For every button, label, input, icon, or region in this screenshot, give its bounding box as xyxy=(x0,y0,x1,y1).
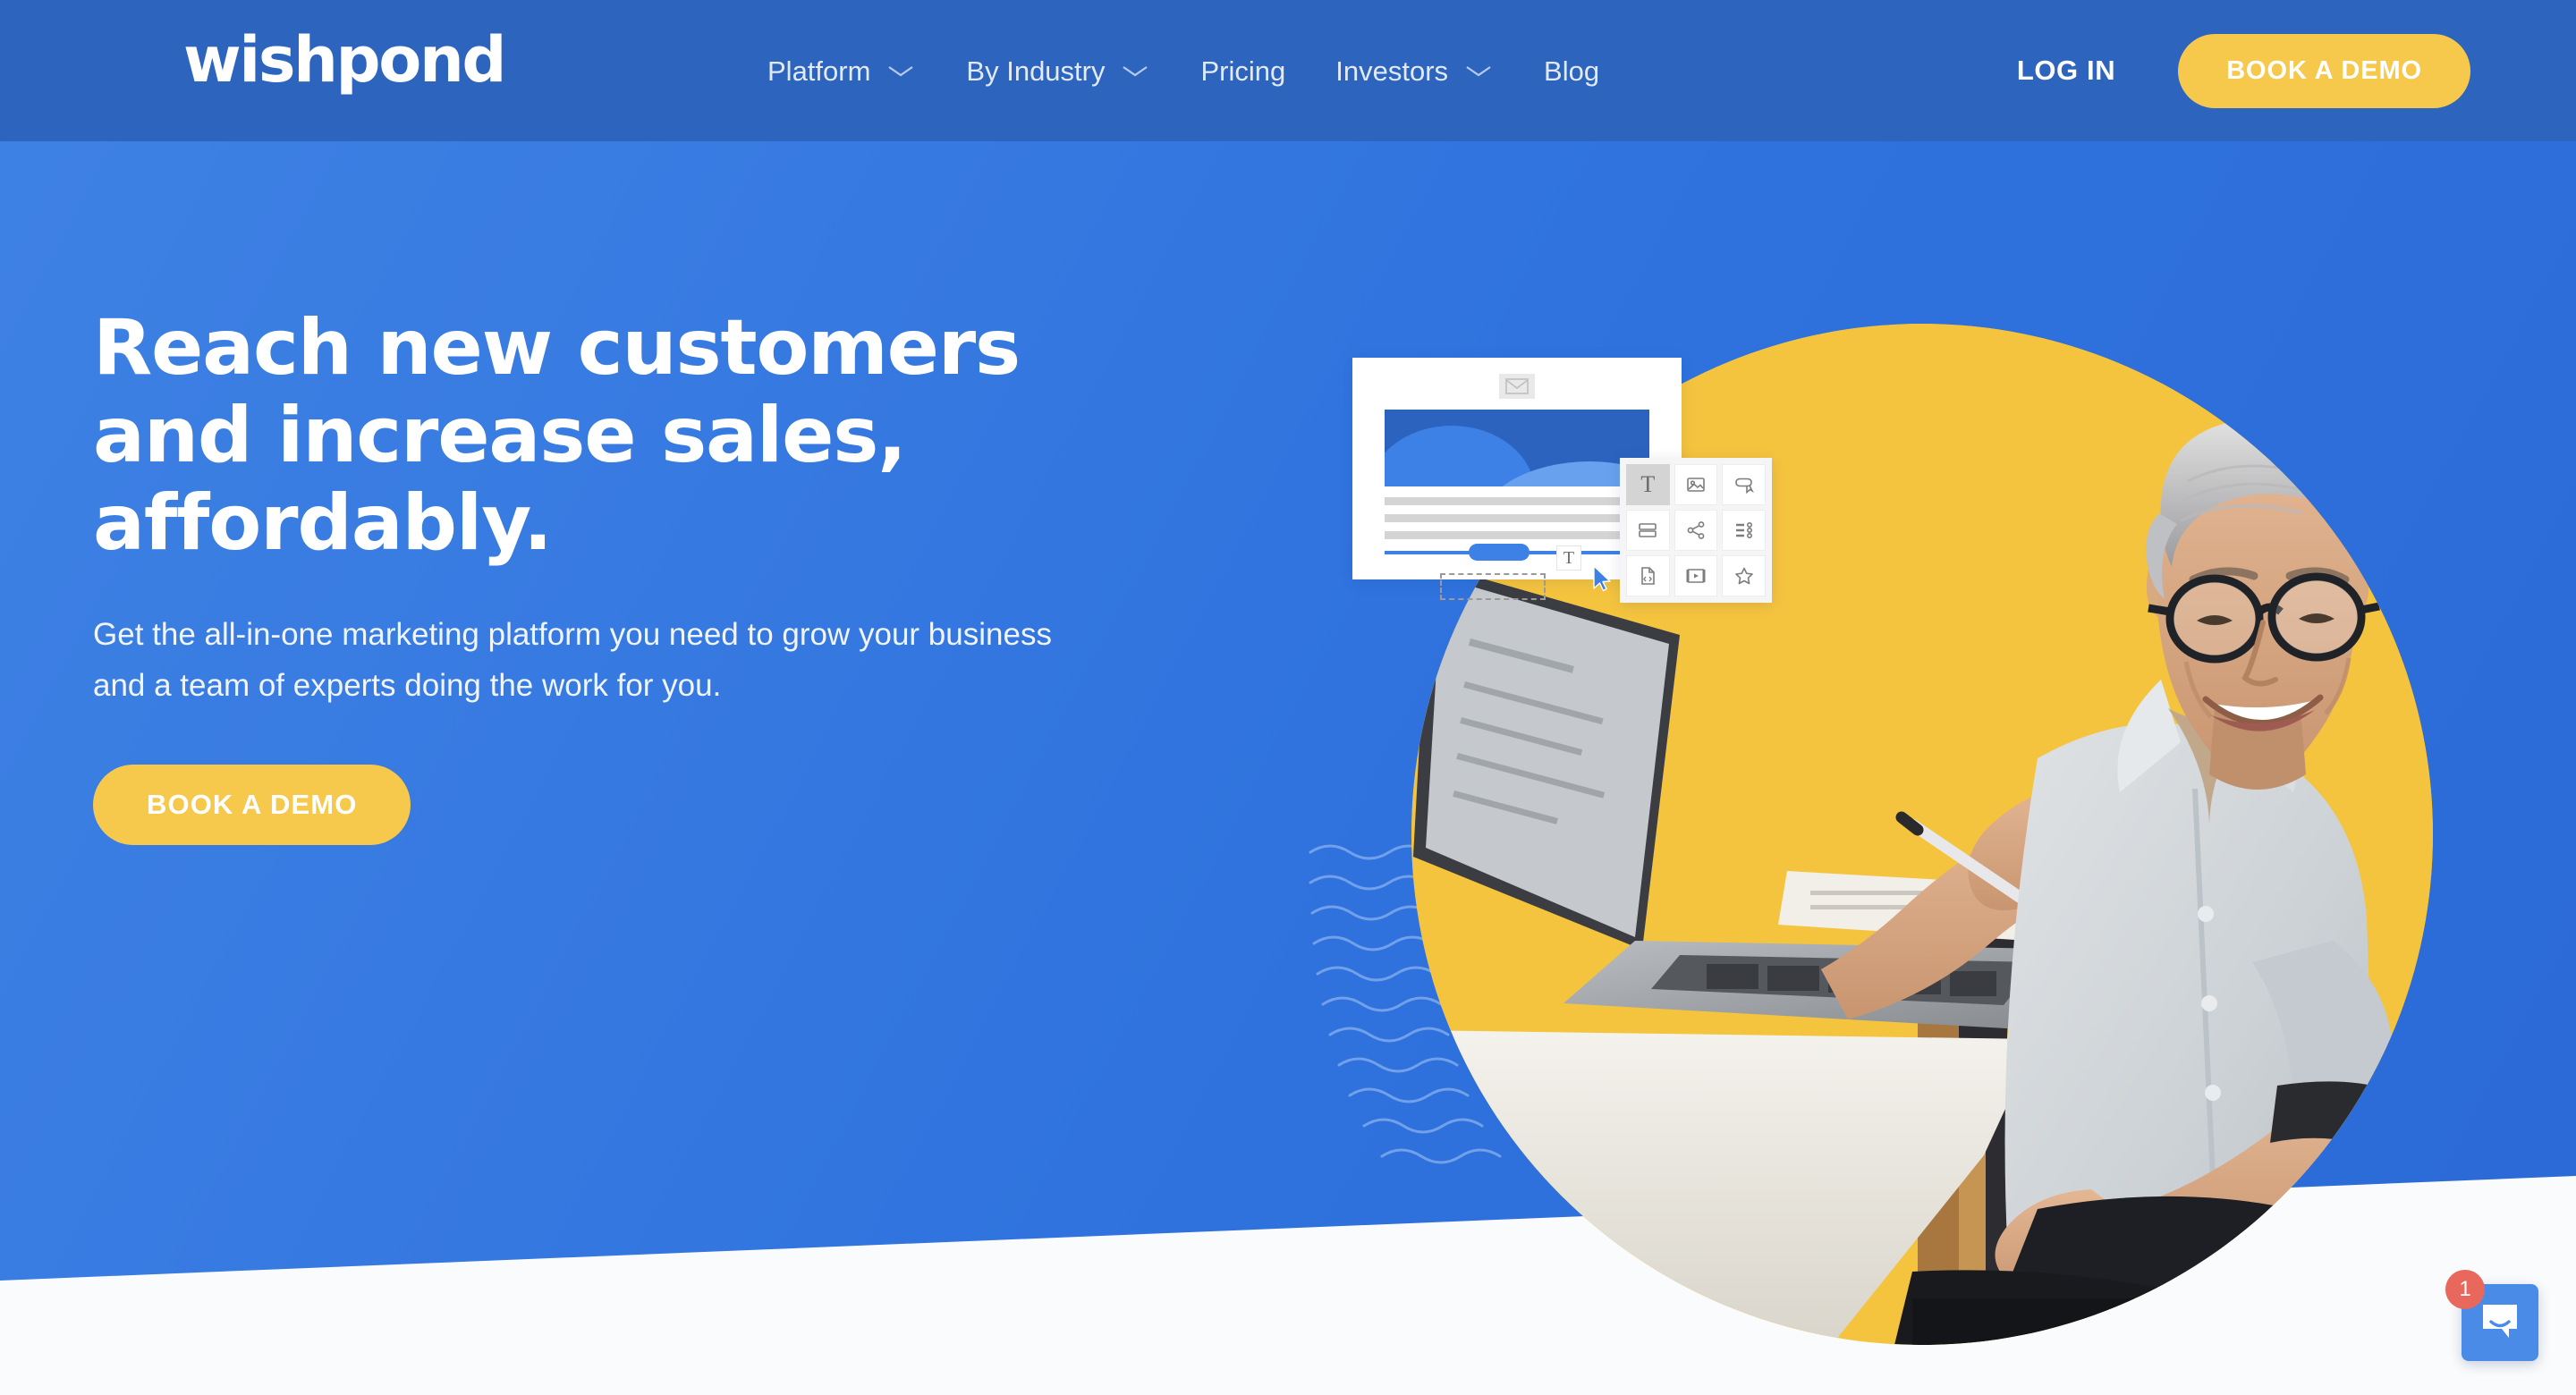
page-root: T T wishpond Platform By Industry Pricin… xyxy=(0,0,2576,1395)
hero-title-line-1: Reach new customers xyxy=(93,303,1021,393)
mockup-text-badge: T xyxy=(1556,545,1581,571)
nav-item-pricing[interactable]: Pricing xyxy=(1200,0,1285,141)
chevron-down-icon xyxy=(1120,63,1150,79)
nav-item-by-industry[interactable]: By Industry xyxy=(966,0,1150,141)
chevron-down-icon xyxy=(1463,63,1494,79)
text-tool-icon[interactable]: T xyxy=(1626,464,1670,505)
hero-title-line-2: and increase sales, xyxy=(93,391,907,481)
nav-item-platform[interactable]: Platform xyxy=(767,0,916,141)
nav-label: Pricing xyxy=(1200,55,1286,87)
nav-label: By Industry xyxy=(966,55,1106,87)
page-title: Reach new customers and increase sales, … xyxy=(93,304,1148,567)
video-tool-icon[interactable] xyxy=(1674,555,1718,596)
envelope-icon xyxy=(1499,374,1535,399)
mockup-text-line xyxy=(1385,497,1649,505)
editor-tool-palette[interactable]: T xyxy=(1620,458,1772,603)
mockup-text-line xyxy=(1385,531,1649,539)
chat-unread-badge: 1 xyxy=(2445,1270,2485,1309)
chat-widget[interactable]: 1 xyxy=(2445,1270,2538,1361)
star-tool-icon[interactable] xyxy=(1722,555,1766,596)
hero-title-line-3: affordably. xyxy=(93,478,553,569)
nav-label: Platform xyxy=(767,55,871,87)
nav-label: Blog xyxy=(1544,55,1600,87)
main-navigation: Platform By Industry Pricing Investors B… xyxy=(767,0,1599,141)
share-tool-icon[interactable] xyxy=(1674,510,1718,551)
header-actions: LOG IN BOOK A DEMO xyxy=(2017,0,2470,141)
header-book-demo-button[interactable]: BOOK A DEMO xyxy=(2178,33,2470,108)
chevron-down-icon xyxy=(886,63,916,79)
mockup-text-line xyxy=(1385,514,1649,522)
wishpond-logo[interactable]: wishpond xyxy=(183,29,507,91)
mockup-hero-banner xyxy=(1385,410,1649,486)
nav-label: Investors xyxy=(1335,55,1449,87)
rows-tool-icon[interactable] xyxy=(1626,510,1670,551)
site-header: wishpond Platform By Industry Pricing In… xyxy=(0,0,2576,141)
code-file-tool-icon[interactable] xyxy=(1626,555,1670,596)
nav-item-blog[interactable]: Blog xyxy=(1544,0,1599,141)
hero-subtitle: Get the all-in-one marketing platform yo… xyxy=(93,617,1052,703)
mouse-cursor-icon xyxy=(1592,565,1612,592)
hero-section: Reach new customers and increase sales, … xyxy=(93,304,1148,846)
mockup-cta-pill xyxy=(1469,544,1530,561)
list-tool-icon[interactable] xyxy=(1722,510,1766,551)
login-link[interactable]: LOG IN xyxy=(2017,55,2115,87)
mockup-drop-zone xyxy=(1440,573,1546,600)
nav-item-investors[interactable]: Investors xyxy=(1335,0,1494,141)
hero-book-demo-button[interactable]: BOOK A DEMO xyxy=(93,765,411,846)
image-tool-icon[interactable] xyxy=(1674,464,1718,505)
callout-tool-icon[interactable] xyxy=(1722,464,1766,505)
